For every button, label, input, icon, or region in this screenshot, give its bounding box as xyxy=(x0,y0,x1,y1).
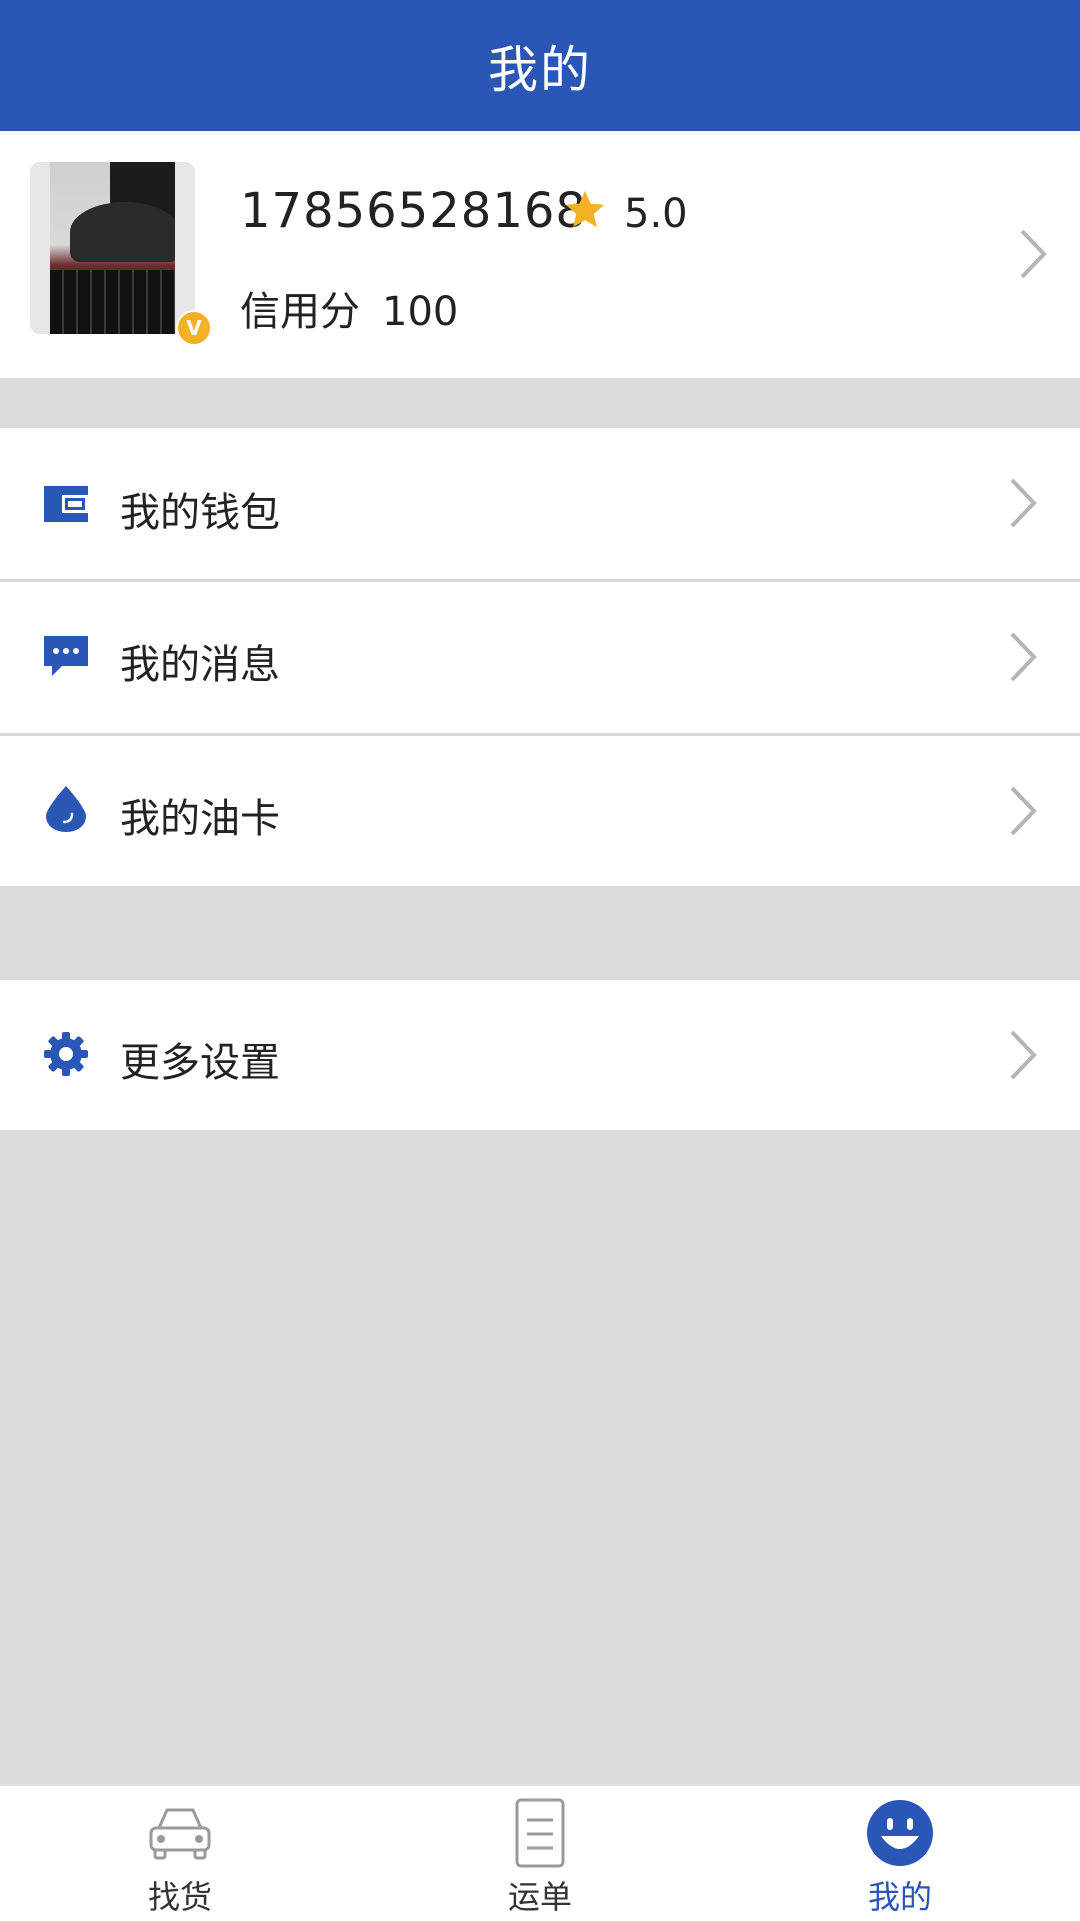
profile-card[interactable]: V 17856528168 5.0 信用分 100 xyxy=(0,131,1080,378)
avatar[interactable] xyxy=(30,162,195,334)
truck-icon xyxy=(149,1808,211,1860)
tab-label: 找货 xyxy=(147,1878,212,1916)
credit-label: 信用分 xyxy=(240,289,360,335)
menu-item-label: 我的钱包 xyxy=(120,490,280,536)
menu-item-messages[interactable]: 我的消息 xyxy=(0,582,1080,733)
star-icon xyxy=(565,190,605,228)
menu-item-label: 我的消息 xyxy=(120,642,280,688)
menu-item-settings[interactable]: 更多设置 xyxy=(0,980,1080,1130)
avatar-container[interactable]: V xyxy=(30,162,212,346)
page-title: 我的 xyxy=(488,40,592,99)
chevron-right-icon xyxy=(1020,229,1047,279)
tab-find-goods[interactable]: 找货 xyxy=(80,1786,280,1921)
tab-mine[interactable]: 我的 xyxy=(800,1786,1000,1921)
gear-icon xyxy=(44,1032,88,1076)
chevron-right-icon xyxy=(1010,786,1037,836)
credit-score: 信用分 100 xyxy=(240,279,458,337)
tab-label: 我的 xyxy=(867,1878,932,1916)
document-icon xyxy=(515,1798,565,1868)
credit-value: 100 xyxy=(382,289,459,335)
wallet-icon xyxy=(44,486,88,522)
phone-number: 17856528168 xyxy=(240,183,587,239)
page-header: 我的 xyxy=(0,0,1080,131)
tab-label: 运单 xyxy=(507,1878,572,1916)
menu-item-label: 更多设置 xyxy=(120,1040,280,1086)
chevron-right-icon xyxy=(1010,1030,1037,1080)
chevron-right-icon xyxy=(1010,478,1037,528)
tab-waybill[interactable]: 运单 xyxy=(440,1786,640,1921)
oil-drop-icon xyxy=(46,786,86,832)
rating-value: 5.0 xyxy=(624,191,688,237)
menu-item-label: 我的油卡 xyxy=(120,796,280,842)
smiley-icon xyxy=(867,1800,933,1866)
bottom-nav: 找货 运单 我的 xyxy=(0,1785,1080,1921)
menu-item-oil-card[interactable]: 我的油卡 xyxy=(0,736,1080,886)
menu-item-wallet[interactable]: 我的钱包 xyxy=(0,428,1080,579)
chevron-right-icon xyxy=(1010,632,1037,682)
verified-badge: V xyxy=(176,310,212,346)
avatar-photo xyxy=(50,162,175,334)
message-icon xyxy=(44,636,88,676)
